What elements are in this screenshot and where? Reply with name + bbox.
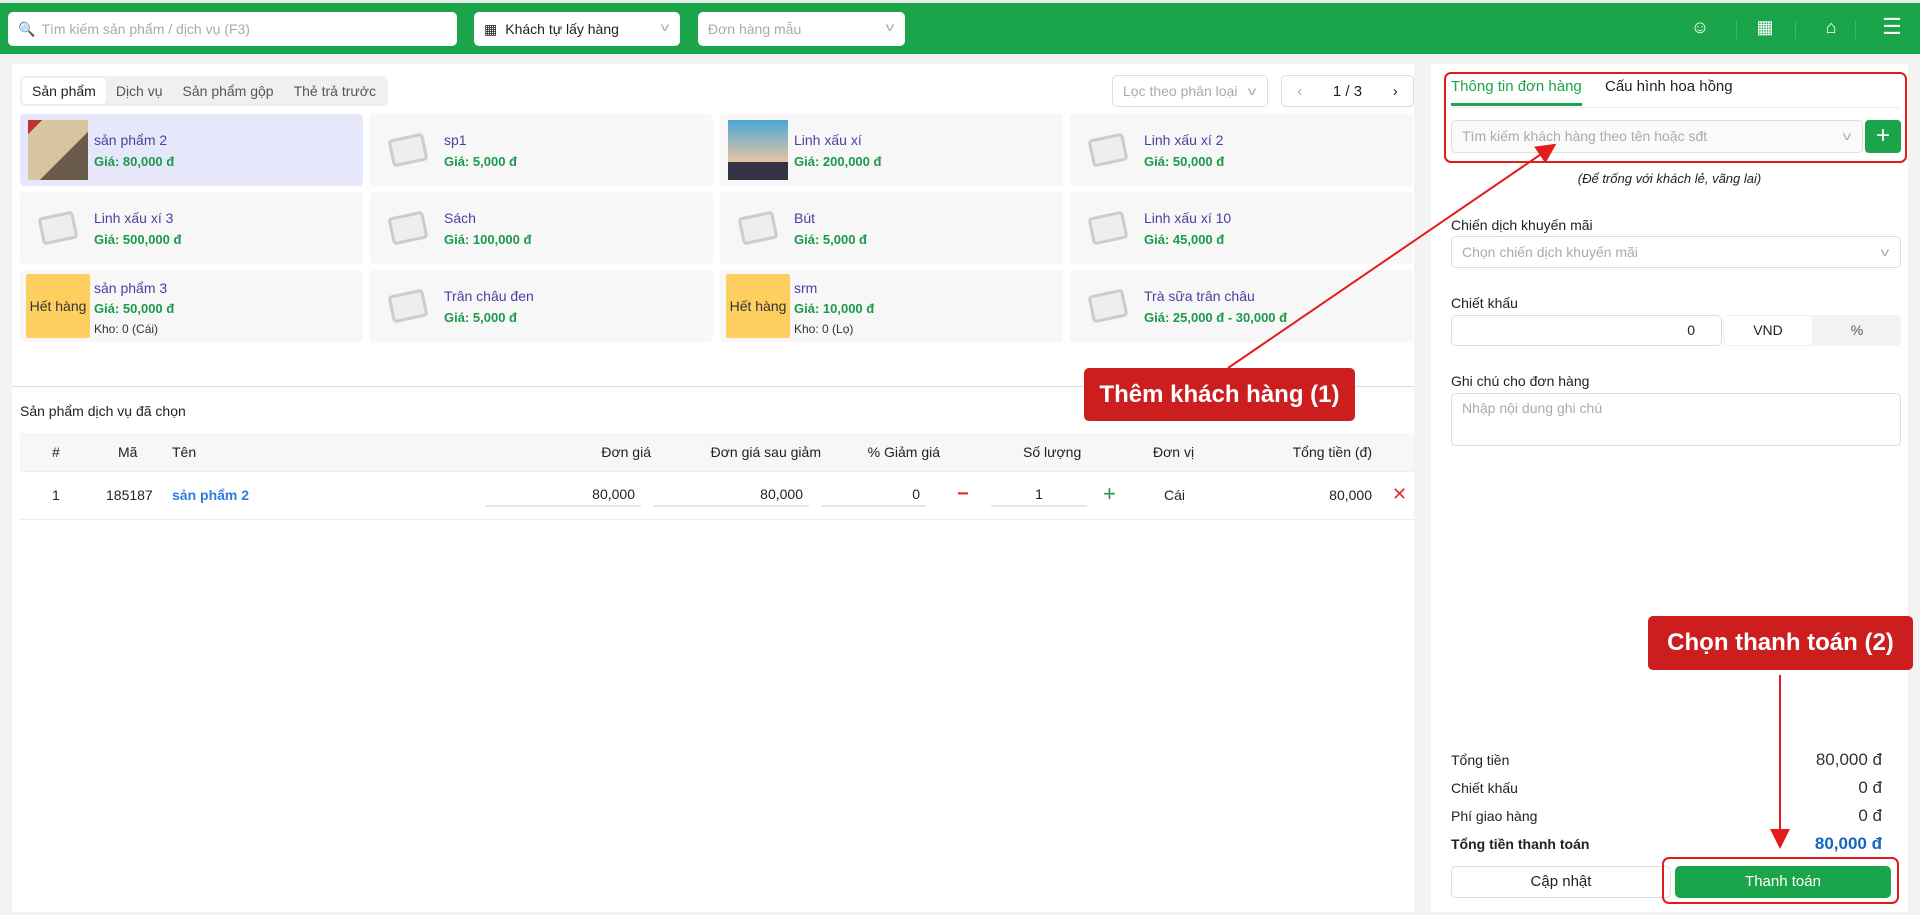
- annotation-arrows: [1227, 143, 1790, 849]
- arrow-to-customer: [1227, 143, 1557, 369]
- annotation-choose-payment: Chọn thanh toán (2): [1648, 616, 1913, 670]
- annotation-add-customer: Thêm khách hàng (1): [1084, 368, 1355, 421]
